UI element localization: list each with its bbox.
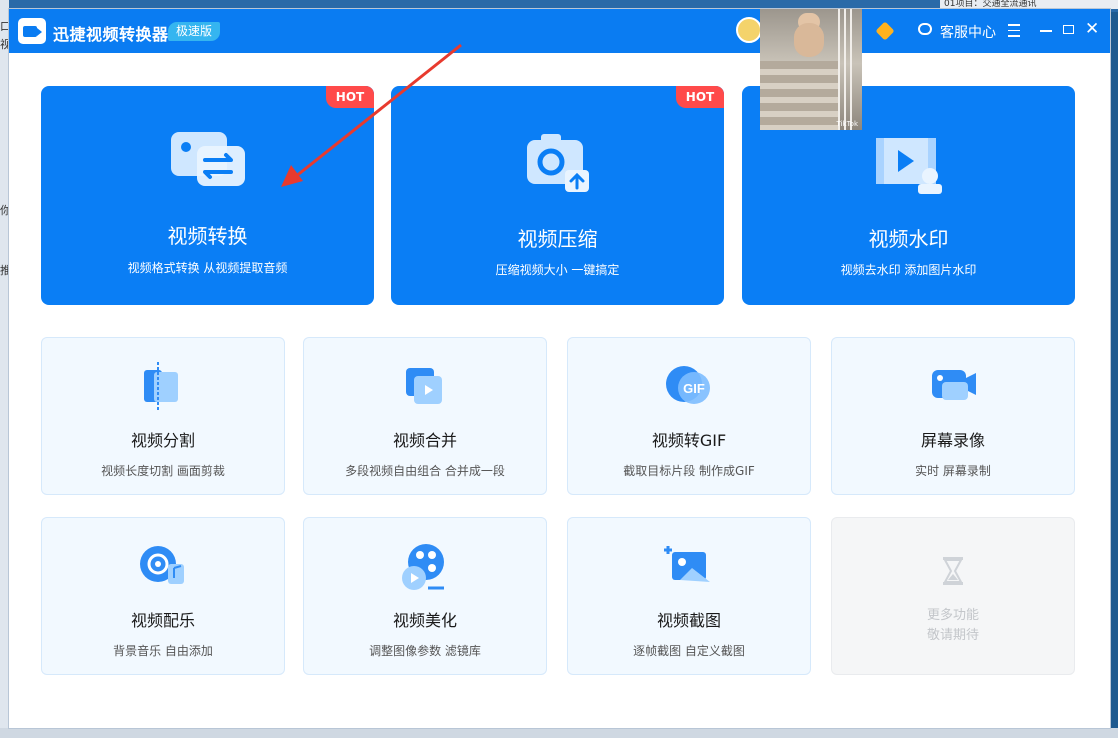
video-convert-icon <box>170 132 245 186</box>
card-subtitle: 截取目标片段 制作成GIF <box>623 464 755 478</box>
card-subtitle: 视频去水印 添加图片水印 <box>840 263 977 277</box>
card-title: 视频合并 <box>392 431 457 450</box>
screen-record-icon <box>932 370 976 400</box>
card-title: 屏幕录像 <box>920 431 985 450</box>
video-merge-card[interactable]: 视频合并 多段视频自由组合 合并成一段 <box>303 337 547 495</box>
card-subtitle: 视频格式转换 从视频提取音频 <box>127 261 288 275</box>
video-watermark-icon <box>875 138 942 194</box>
coming-soon-text: 敬请期待 <box>926 628 979 643</box>
vip-icon[interactable] <box>875 21 895 41</box>
card-subtitle: 实时 屏幕录制 <box>915 464 991 478</box>
video-screenshot-icon <box>664 546 710 582</box>
gif-icon-text: GIF <box>683 381 705 396</box>
video-screenshot-card[interactable]: 视频截图 逐帧截图 自定义截图 <box>567 517 811 675</box>
card-subtitle: 视频长度切割 画面剪裁 <box>101 464 225 478</box>
chat-icon[interactable] <box>918 23 932 35</box>
desktop-tray-text: 01项目：交通全流通讯 <box>940 0 1118 9</box>
hot-tag: HOT <box>326 86 374 108</box>
video-beautify-icon <box>402 544 444 590</box>
minimize-icon[interactable] <box>1040 30 1052 32</box>
desktop-fragment: 口 <box>0 20 9 33</box>
desktop-bottom-strip <box>0 728 1118 738</box>
thumbnail-watermark: TikTok <box>836 120 858 128</box>
card-subtitle: 压缩视频大小 一键搞定 <box>495 263 620 277</box>
app-window: 迅捷视频转换器 极速版 客服中心 ✕ TikTok HOT 视频转换 视频格式转… <box>9 9 1110 728</box>
desktop-fragment: 推 <box>0 264 9 277</box>
gif-icon: GIF <box>666 366 710 404</box>
desktop-fragment: 视 <box>0 38 9 51</box>
app-logo-icon <box>18 18 46 44</box>
video-compress-card[interactable]: HOT 视频压缩 压缩视频大小 一键搞定 <box>391 86 724 305</box>
video-compress-icon <box>526 134 589 192</box>
card-title: 视频水印 <box>868 227 949 251</box>
card-subtitle: 多段视频自由组合 合并成一段 <box>345 464 505 478</box>
app-title: 迅捷视频转换器 <box>53 25 169 44</box>
edition-badge: 极速版 <box>168 22 221 41</box>
card-title: 视频分割 <box>130 431 195 450</box>
more-features-text: 更多功能 <box>926 608 979 623</box>
floating-video-thumbnail[interactable]: TikTok <box>760 9 862 130</box>
menu-icon[interactable] <box>1008 24 1020 37</box>
card-title: 视频转GIF <box>651 431 727 450</box>
card-subtitle: 逐帧截图 自定义截图 <box>633 644 745 658</box>
maximize-icon[interactable] <box>1063 25 1074 34</box>
desktop-fragment: 你 <box>0 204 9 217</box>
card-subtitle: 调整图像参数 滤镜库 <box>369 644 481 658</box>
video-convert-card[interactable]: HOT 视频转换 视频格式转换 从视频提取音频 <box>41 86 374 305</box>
hourglass-icon <box>943 557 963 585</box>
video-split-card[interactable]: 视频分割 视频长度切割 画面剪裁 <box>41 337 285 495</box>
video-to-gif-card[interactable]: GIF 视频转GIF 截取目标片段 制作成GIF <box>567 337 811 495</box>
close-icon[interactable]: ✕ <box>1085 21 1099 38</box>
card-title: 视频配乐 <box>130 611 195 630</box>
title-bar[interactable]: 迅捷视频转换器 极速版 客服中心 ✕ <box>9 9 1110 53</box>
card-title: 视频美化 <box>392 611 457 630</box>
video-music-icon <box>140 546 184 584</box>
card-title: 视频转换 <box>167 224 248 248</box>
video-beautify-card[interactable]: 视频美化 调整图像参数 滤镜库 <box>303 517 547 675</box>
screen-record-card[interactable]: 屏幕录像 实时 屏幕录制 <box>831 337 1075 495</box>
user-avatar[interactable] <box>736 17 762 43</box>
card-subtitle: 背景音乐 自由添加 <box>113 644 213 658</box>
desktop-left-strip: 口 视 你 推 <box>0 0 9 738</box>
card-title: 视频截图 <box>656 611 721 630</box>
card-title: 视频压缩 <box>517 227 598 251</box>
customer-service-button[interactable]: 客服中心 <box>940 22 996 42</box>
video-merge-icon <box>406 368 442 404</box>
more-features-card: 更多功能 敬请期待 <box>831 517 1075 675</box>
hot-tag: HOT <box>676 86 724 108</box>
video-split-icon <box>144 362 178 412</box>
video-music-card[interactable]: 视频配乐 背景音乐 自由添加 <box>41 517 285 675</box>
